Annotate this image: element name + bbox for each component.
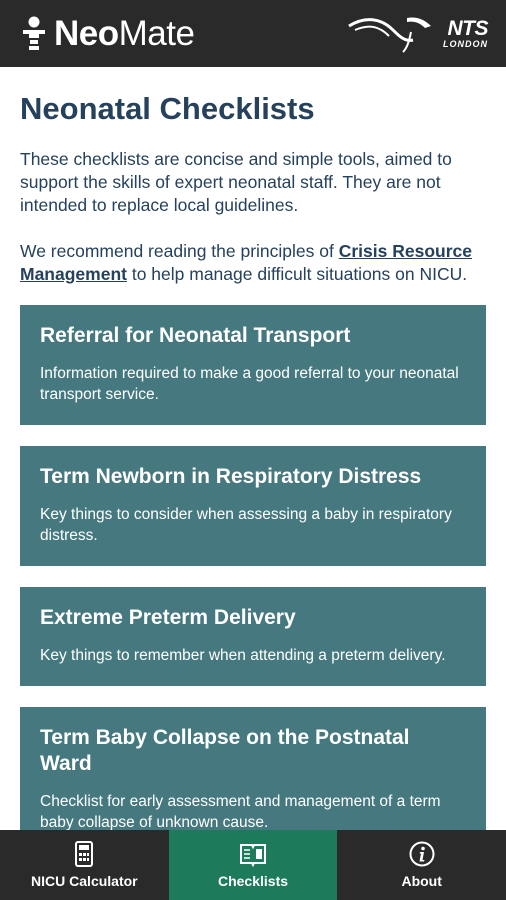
checklist-card-description: Key things to remember when attending a …	[40, 647, 446, 664]
calculator-icon	[75, 841, 94, 867]
checklist-card-referral[interactable]: Referral for Neonatal Transport Informat…	[20, 305, 486, 425]
checklist-card-title: Term Baby Collapse on the Postnatal Ward	[40, 726, 410, 775]
recommend-suffix: to help manage difficult situations on N…	[126, 264, 468, 284]
baby-icon	[23, 16, 45, 50]
brand-name: NeoMate	[54, 14, 195, 53]
nav-checklists[interactable]: Checklists	[168, 830, 338, 900]
nts-swoosh-icon	[348, 16, 431, 53]
intro-text: These checklists are concise and simple …	[20, 149, 452, 215]
neomate-logo[interactable]: NeoMate	[20, 14, 195, 53]
recommend-prefix: We recommend reading the principles of	[20, 241, 339, 261]
nts-name: NTS	[447, 17, 489, 40]
checklist-card-title: Referral for Neonatal Transport	[40, 324, 351, 347]
bottom-nav: NICU Calculator Checklists About	[0, 830, 506, 900]
checklist-card-title: Extreme Preterm Delivery	[40, 606, 296, 629]
checklist-card-preterm-delivery[interactable]: Extreme Preterm Delivery Key things to r…	[20, 587, 486, 686]
nts-london-logo: NTS LONDON	[347, 12, 488, 56]
brand-name-rest: Mate	[118, 14, 195, 53]
nav-nicu-calculator[interactable]: NICU Calculator	[0, 830, 169, 900]
checklist-book-icon	[240, 844, 266, 867]
checklists-content[interactable]: Neonatal Checklists These checklists are…	[0, 67, 506, 831]
nav-label: NICU Calculator	[31, 873, 138, 889]
page-title: Neonatal Checklists	[20, 91, 315, 126]
info-icon	[409, 841, 435, 867]
recommend-text: We recommend reading the principles of C…	[20, 240, 486, 286]
checklist-list: Referral for Neonatal Transport Informat…	[20, 305, 486, 831]
nav-about[interactable]: About	[337, 830, 506, 900]
app-header: NeoMate NTS LONDON	[0, 0, 506, 67]
checklist-card-description: Key things to consider when assessing a …	[40, 506, 452, 544]
checklist-card-respiratory-distress[interactable]: Term Newborn in Respiratory Distress Key…	[20, 446, 486, 566]
checklist-card-baby-collapse[interactable]: Term Baby Collapse on the Postnatal Ward…	[20, 707, 486, 831]
checklist-card-description: Checklist for early assessment and manag…	[40, 793, 441, 831]
nav-label: About	[401, 873, 442, 889]
brand-name-bold: Neo	[54, 14, 119, 53]
nts-sub: LONDON	[443, 39, 488, 49]
nav-label: Checklists	[217, 873, 289, 889]
checklist-card-description: Information required to make a good refe…	[40, 365, 459, 403]
checklist-card-title: Term Newborn in Respiratory Distress	[40, 465, 422, 488]
